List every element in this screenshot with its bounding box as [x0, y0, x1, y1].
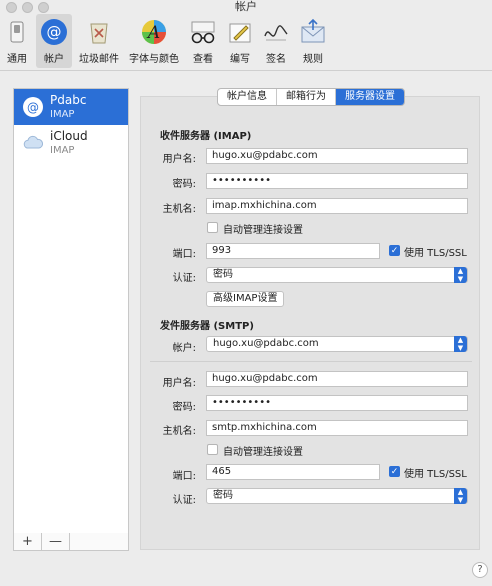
toolbar-item-viewing[interactable]: 查看 [186, 14, 220, 68]
account-name: iCloud [50, 129, 88, 143]
incoming-host-field[interactable]: imap.mxhichina.com [206, 198, 468, 214]
svg-text:@: @ [27, 101, 39, 115]
junk-mail-icon [90, 23, 108, 44]
add-account-button[interactable]: + [14, 533, 42, 550]
zoom-window-button[interactable] [38, 2, 49, 13]
at-sign-icon: @ [41, 19, 67, 45]
signature-icon [264, 25, 288, 41]
toolbar-item-rules[interactable]: 规则 [296, 14, 330, 68]
glasses-icon [191, 21, 215, 44]
section-divider [150, 361, 472, 362]
outgoing-password-label: 密码: [172, 402, 196, 413]
toolbar-item-signatures[interactable]: 签名 [260, 14, 292, 68]
outgoing-auth-label: 认证: [172, 495, 196, 506]
title-bar: 帐户 [0, 0, 492, 14]
outgoing-auto-manage-checkbox[interactable] [207, 444, 218, 455]
accounts-list-footer: + — [13, 533, 129, 551]
account-item-icloud[interactable]: iCloud IMAP [14, 125, 128, 161]
at-sign-icon: @ [23, 97, 43, 117]
outgoing-username-label: 用户名: [162, 378, 196, 389]
window-title: 帐户 [235, 0, 257, 13]
outgoing-port-field[interactable]: 465 [206, 464, 380, 480]
outgoing-auth-select[interactable]: 密码 ▲ ▼ [206, 488, 468, 504]
toolbar-item-junk-mail[interactable]: 垃圾邮件 [76, 14, 122, 68]
chevron-updown-icon: ▲ ▼ [454, 488, 467, 504]
incoming-auth-label: 认证: [172, 273, 196, 284]
close-window-button[interactable] [6, 2, 17, 13]
incoming-password-field[interactable]: •••••••••• [206, 173, 468, 189]
outgoing-host-label: 主机名: [162, 426, 196, 437]
outgoing-tls-checkbox[interactable]: ✓ [389, 466, 400, 477]
tab-account-info[interactable]: 帐户信息 [218, 89, 277, 105]
account-name: Pdabc [50, 93, 87, 107]
toolbar-item-general[interactable]: 通用 [2, 14, 32, 68]
outgoing-account-label: 帐户: [172, 343, 196, 354]
compose-pencil-icon [229, 23, 251, 43]
outgoing-host-field[interactable]: smtp.mxhichina.com [206, 420, 468, 436]
toolbar-item-accounts[interactable]: @ 帐户 [36, 14, 72, 68]
incoming-tls-label: 使用 TLS/SSL [404, 248, 467, 259]
account-type: IMAP [50, 109, 75, 120]
outgoing-auto-manage-label: 自动管理连接设置 [223, 447, 303, 458]
incoming-username-field[interactable]: hugo.xu@pdabc.com [206, 148, 468, 164]
incoming-section-title: 收件服务器 (IMAP) [160, 131, 252, 142]
incoming-password-label: 密码: [172, 179, 196, 190]
general-switch-icon [10, 21, 24, 43]
toolbar-item-composing[interactable]: 编写 [224, 14, 256, 68]
svg-text:@: @ [47, 23, 62, 41]
minimize-window-button[interactable] [22, 2, 33, 13]
rules-envelope-icon [301, 18, 325, 43]
remove-account-button[interactable]: — [42, 533, 70, 550]
incoming-host-label: 主机名: [162, 204, 196, 215]
preferences-toolbar: 通用 @ 帐户 垃圾邮件 A 字体与颜色 查看 编写 签名 规则 [0, 14, 492, 71]
account-item-pdabc[interactable]: @ Pdabc IMAP [14, 89, 128, 125]
incoming-auth-select[interactable]: 密码 ▲ ▼ [206, 267, 468, 283]
incoming-auto-manage-checkbox[interactable] [207, 222, 218, 233]
incoming-username-label: 用户名: [162, 154, 196, 165]
incoming-tls-checkbox[interactable]: ✓ [389, 245, 400, 256]
tab-server-settings[interactable]: 服务器设置 [336, 89, 404, 105]
incoming-port-field[interactable]: 993 [206, 243, 380, 259]
help-button[interactable]: ? [472, 562, 488, 578]
outgoing-tls-label: 使用 TLS/SSL [404, 469, 467, 480]
svg-text:A: A [146, 23, 160, 43]
advanced-imap-settings-button[interactable]: 高级IMAP设置 [206, 291, 285, 307]
accounts-list: @ Pdabc IMAP iCloud IMAP [13, 88, 129, 534]
account-type: IMAP [50, 145, 75, 156]
settings-tabs: 帐户信息 邮箱行为 服务器设置 [217, 88, 405, 106]
incoming-auto-manage-label: 自动管理连接设置 [223, 225, 303, 236]
tab-mailbox-behaviors[interactable]: 邮箱行为 [277, 89, 336, 105]
chevron-updown-icon: ▲ ▼ [454, 336, 467, 352]
chevron-updown-icon: ▲ ▼ [454, 267, 467, 283]
outgoing-section-title: 发件服务器 (SMTP) [160, 321, 254, 332]
fonts-colors-icon: A [142, 20, 166, 44]
incoming-port-label: 端口: [172, 249, 196, 260]
outgoing-username-field[interactable]: hugo.xu@pdabc.com [206, 371, 468, 387]
outgoing-account-select[interactable]: hugo.xu@pdabc.com ▲ ▼ [206, 336, 468, 352]
cloud-icon [23, 135, 43, 149]
toolbar-item-fonts-colors[interactable]: A 字体与颜色 [126, 14, 182, 68]
outgoing-port-label: 端口: [172, 471, 196, 482]
outgoing-password-field[interactable]: •••••••••• [206, 395, 468, 411]
